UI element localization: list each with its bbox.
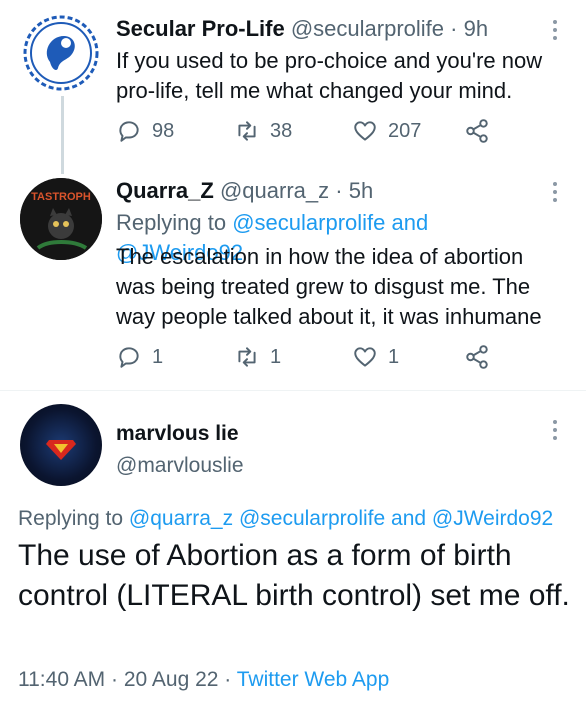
share-button[interactable] — [464, 118, 490, 144]
tweet-header: Secular Pro-Life @secularprolife · 9h — [116, 16, 488, 42]
like-icon — [354, 347, 376, 367]
fetus-logo-icon — [23, 15, 99, 91]
retweet-icon — [238, 347, 256, 367]
like-icon — [354, 121, 376, 141]
cat-art-avatar-icon: TASTROPH — [20, 178, 102, 260]
mention-link[interactable]: @secularprolife — [239, 507, 385, 530]
tweet-text: If you used to be pro-choice and you're … — [116, 48, 543, 103]
tweet-actions: 98 38 207 — [116, 116, 490, 146]
reply-count: 98 — [152, 119, 175, 142]
avatar[interactable] — [20, 404, 102, 486]
replying-to-line: Replying to @quarra_z @secularprolife an… — [18, 504, 578, 534]
tweet-actions: 1 1 1 — [116, 342, 490, 372]
retweet-button[interactable]: 1 — [234, 344, 352, 370]
retweet-button[interactable]: 38 — [234, 118, 352, 144]
display-name[interactable]: Secular Pro-Life — [116, 16, 285, 41]
tweet-header: Quarra_Z @quarra_z · 5h — [116, 178, 373, 204]
source-link[interactable]: Twitter Web App — [237, 668, 390, 691]
share-icon — [466, 119, 488, 143]
and-others-link[interactable]: and — [392, 210, 429, 235]
dot-separator: · — [224, 668, 237, 691]
handle[interactable]: @quarra_z — [220, 178, 329, 203]
tweet-secular-prolife[interactable]: Secular Pro-Life @secularprolife · 9h If… — [0, 0, 586, 160]
share-button[interactable] — [464, 344, 490, 370]
tweet-footer: 11:40 AM · 20 Aug 22 · Twitter Web App — [18, 668, 389, 692]
tweet-text: The escalation in how the idea of aborti… — [116, 244, 542, 329]
more-icon[interactable] — [552, 182, 558, 206]
replying-to-label: Replying to — [116, 210, 227, 235]
reply-button[interactable]: 1 — [116, 344, 234, 370]
like-count: 207 — [388, 119, 422, 142]
and-others-link[interactable]: and — [391, 507, 426, 530]
svg-text:TASTROPH: TASTROPH — [31, 191, 91, 203]
dot-separator: · — [335, 178, 349, 203]
superman-emblem-icon — [46, 440, 76, 460]
avatar[interactable] — [20, 12, 102, 94]
replying-to-label: Replying to — [18, 507, 124, 530]
timestamp[interactable]: 5h — [349, 178, 373, 203]
reply-count: 1 — [152, 345, 164, 368]
more-icon[interactable] — [552, 20, 558, 44]
retweet-count: 38 — [270, 119, 293, 142]
retweet-count: 1 — [270, 345, 282, 368]
more-icon[interactable] — [552, 420, 558, 444]
retweet-icon — [238, 121, 256, 141]
like-button[interactable]: 207 — [352, 118, 464, 144]
tweet-time[interactable]: 11:40 AM — [18, 668, 105, 691]
timestamp[interactable]: 9h — [464, 16, 488, 41]
dot-separator: · — [450, 16, 464, 41]
like-count: 1 — [388, 345, 400, 368]
mention-link[interactable]: @secularprolife — [232, 210, 385, 235]
display-name[interactable]: Quarra_Z — [116, 178, 214, 203]
avatar[interactable]: TASTROPH — [20, 178, 102, 260]
main-tweet-text: The use of Abortion as a form of birth c… — [18, 539, 570, 612]
mention-link[interactable]: @JWeirdo92 — [432, 507, 553, 530]
reply-icon — [119, 121, 139, 142]
share-icon — [466, 345, 488, 369]
display-name[interactable]: marvlous lie — [116, 422, 239, 446]
dot-separator: · — [111, 668, 124, 691]
tweet-date[interactable]: 20 Aug 22 — [124, 668, 219, 691]
handle[interactable]: @secularprolife — [291, 16, 444, 41]
tweet-quarra-z[interactable]: TASTROPH Quarra_Z @quarra_z · 5h Replyin… — [0, 160, 586, 390]
mention-link[interactable]: @quarra_z — [129, 507, 233, 530]
reply-button[interactable]: 98 — [116, 118, 234, 144]
like-button[interactable]: 1 — [352, 344, 464, 370]
reply-icon — [119, 347, 139, 368]
handle[interactable]: @marvlouslie — [116, 454, 244, 478]
